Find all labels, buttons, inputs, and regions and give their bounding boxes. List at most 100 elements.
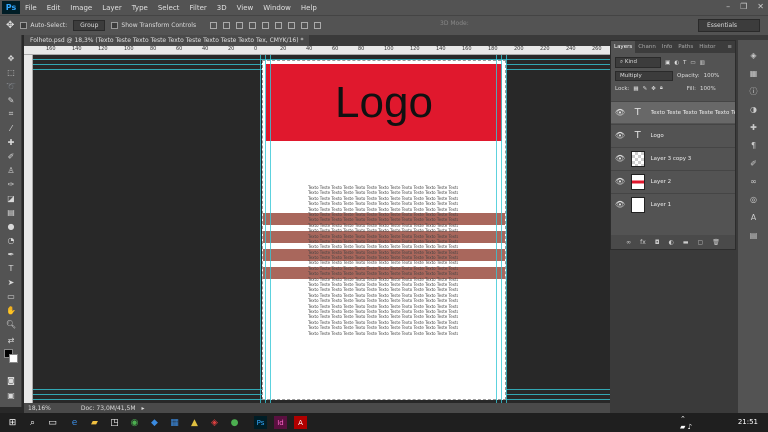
mask-icon[interactable]: ◘ — [655, 239, 660, 246]
kind-filter-dropdown[interactable]: ⌕ Kind — [615, 57, 661, 68]
tray-icons[interactable]: ⌃ ▰ ♪ — [680, 415, 693, 431]
layer-row[interactable]: 👁︎ Layer 3 copy 3 — [611, 147, 735, 169]
align-center-icon[interactable] — [262, 22, 270, 29]
app-3-icon[interactable]: ▲ — [188, 416, 201, 429]
link-icon[interactable]: ∞ — [626, 239, 631, 246]
pen-icon[interactable]: ✒ — [5, 249, 17, 259]
styles-icon[interactable]: ✚ — [748, 122, 759, 133]
visibility-eye-icon[interactable]: 👁︎ — [614, 131, 626, 140]
blur-icon[interactable]: ● — [5, 221, 17, 231]
lock-all-icon[interactable]: 🔒︎ — [660, 85, 663, 92]
app-2-icon[interactable]: ▦ — [168, 416, 181, 429]
zoom-icon[interactable]: 🔍︎ — [5, 319, 17, 329]
eraser-icon[interactable]: ◪ — [5, 193, 17, 203]
logo-banner[interactable]: Logo — [266, 64, 502, 141]
edge-icon[interactable]: e — [68, 416, 81, 429]
tab-paths[interactable]: Paths — [675, 44, 696, 50]
indesign-taskbar-icon[interactable]: Id — [274, 416, 287, 429]
layer-row[interactable]: 👁︎ Layer 1 — [611, 193, 735, 215]
auto-select-dropdown[interactable]: Group — [73, 20, 106, 31]
search-icon[interactable]: ⌕ — [26, 416, 39, 429]
document-page[interactable]: Logo Texto Teste Texto Teste Texto Teste… — [262, 60, 506, 400]
guide-line[interactable] — [265, 55, 266, 403]
align-right-icon[interactable] — [275, 22, 283, 29]
menu-image[interactable]: Image — [65, 4, 97, 12]
maximize-icon[interactable]: ❐ — [740, 2, 747, 11]
dodge-icon[interactable]: ◔ — [5, 235, 17, 245]
layer-name[interactable]: Texto Teste Texto Teste Texto Te... — [651, 110, 735, 116]
layer-row[interactable]: 👁︎ T Texto Teste Texto Teste Texto Te... — [611, 101, 735, 123]
layer-row[interactable]: 👁︎ T Logo — [611, 124, 735, 146]
path-select-icon[interactable]: ➤ — [5, 277, 17, 287]
swatches-icon[interactable]: ▦ — [748, 68, 759, 79]
tab-layers[interactable]: Layers — [611, 41, 636, 53]
app-4-icon[interactable]: ◈ — [208, 416, 221, 429]
visibility-eye-icon[interactable]: 👁︎ — [614, 200, 626, 209]
app-icon[interactable]: ◆ — [148, 416, 161, 429]
workspace-dropdown[interactable]: Essentials — [698, 19, 760, 32]
guide-line[interactable] — [501, 55, 502, 403]
zoom-level[interactable]: 18,16% — [28, 405, 51, 412]
auto-select-checkbox[interactable]: Auto-Select: — [20, 22, 67, 29]
lasso-icon[interactable]: ➰ — [5, 81, 17, 91]
lock-paint-icon[interactable]: ✎ — [643, 86, 648, 92]
start-icon[interactable]: ⊞ — [6, 416, 19, 429]
clock[interactable]: 21:51 — [738, 418, 758, 426]
panel-menu-icon[interactable]: ≡ — [724, 44, 735, 50]
eyedropper-icon[interactable]: ⁄ — [5, 123, 17, 133]
menu-layer[interactable]: Layer — [97, 4, 127, 12]
close-icon[interactable]: ✕ — [757, 2, 764, 11]
menu-help[interactable]: Help — [296, 4, 322, 12]
layer-name[interactable]: Layer 2 — [651, 179, 735, 185]
folder-icon[interactable]: ▬ — [683, 239, 689, 246]
filter-adjust-icon[interactable]: ◐ — [674, 60, 679, 66]
layer-name[interactable]: Logo — [651, 133, 735, 139]
app-5-icon[interactable]: ● — [228, 416, 241, 429]
info-icon[interactable]: ⓘ — [748, 86, 759, 97]
move-icon[interactable]: ✥ — [5, 53, 17, 63]
lock-move-icon[interactable]: ✥ — [651, 86, 656, 92]
type-icon[interactable]: T — [5, 263, 17, 273]
background-color-swatch[interactable] — [9, 354, 18, 363]
task-view-icon[interactable]: ▭ — [46, 416, 59, 429]
distribute-2-icon[interactable] — [301, 22, 309, 29]
hand-icon[interactable]: ✋ — [5, 305, 17, 315]
new-layer-icon[interactable]: ▢ — [698, 239, 704, 246]
brush-icon[interactable]: ✐ — [5, 151, 17, 161]
distribute-icon[interactable] — [288, 22, 296, 29]
shapes-icon[interactable]: ◎ — [748, 194, 759, 205]
align-top-icon[interactable] — [210, 22, 218, 29]
paragraph-icon[interactable]: ¶ — [748, 140, 759, 151]
acrobat-taskbar-icon[interactable]: A — [294, 416, 307, 429]
chrome-icon[interactable]: ◉ — [128, 416, 141, 429]
menu-window[interactable]: Window — [258, 4, 296, 12]
crop-icon[interactable]: ⌗ — [5, 109, 17, 119]
fx-icon[interactable]: fx — [640, 239, 646, 246]
canvas-area[interactable]: Logo Texto Teste Texto Teste Texto Teste… — [33, 55, 610, 403]
opacity-value[interactable]: 100% — [704, 73, 720, 79]
guide-line[interactable] — [270, 55, 271, 403]
swap-colors-icon[interactable]: ⇄ — [5, 335, 17, 345]
quick-mask-icon[interactable]: ◙ — [5, 375, 17, 385]
tab-history[interactable]: Histor — [696, 44, 718, 50]
filter-smart-icon[interactable]: ▥ — [700, 60, 705, 66]
history-brush-icon[interactable]: ✑ — [5, 179, 17, 189]
menu-3d[interactable]: 3D — [212, 4, 232, 12]
layer-name[interactable]: Layer 3 copy 3 — [651, 156, 735, 162]
document-tab[interactable]: Folheto.psd @ 18,3% (Texto Teste Texto T… — [24, 35, 310, 46]
fill-value[interactable]: 100% — [700, 86, 716, 92]
guide-line[interactable] — [260, 55, 261, 403]
menu-file[interactable]: File — [20, 4, 42, 12]
visibility-eye-icon[interactable]: 👁︎ — [614, 108, 626, 117]
grid-icon[interactable]: ▤ — [748, 230, 759, 241]
layer-row[interactable]: 👁︎ Layer 2 — [611, 170, 735, 192]
brush-preset-icon[interactable]: ✐ — [748, 158, 759, 169]
body-text-block[interactable]: Texto Teste Texto Teste Texto Teste Text… — [308, 185, 458, 336]
filter-pixel-icon[interactable]: ▣ — [665, 60, 670, 66]
explorer-icon[interactable]: ▰ — [88, 416, 101, 429]
tab-info[interactable]: Info — [659, 44, 675, 50]
screen-mode-icon[interactable]: ▣ — [5, 390, 17, 400]
vertical-ruler[interactable] — [24, 55, 33, 403]
guide-line[interactable] — [496, 55, 497, 403]
filter-shape-icon[interactable]: ▭ — [690, 60, 695, 66]
